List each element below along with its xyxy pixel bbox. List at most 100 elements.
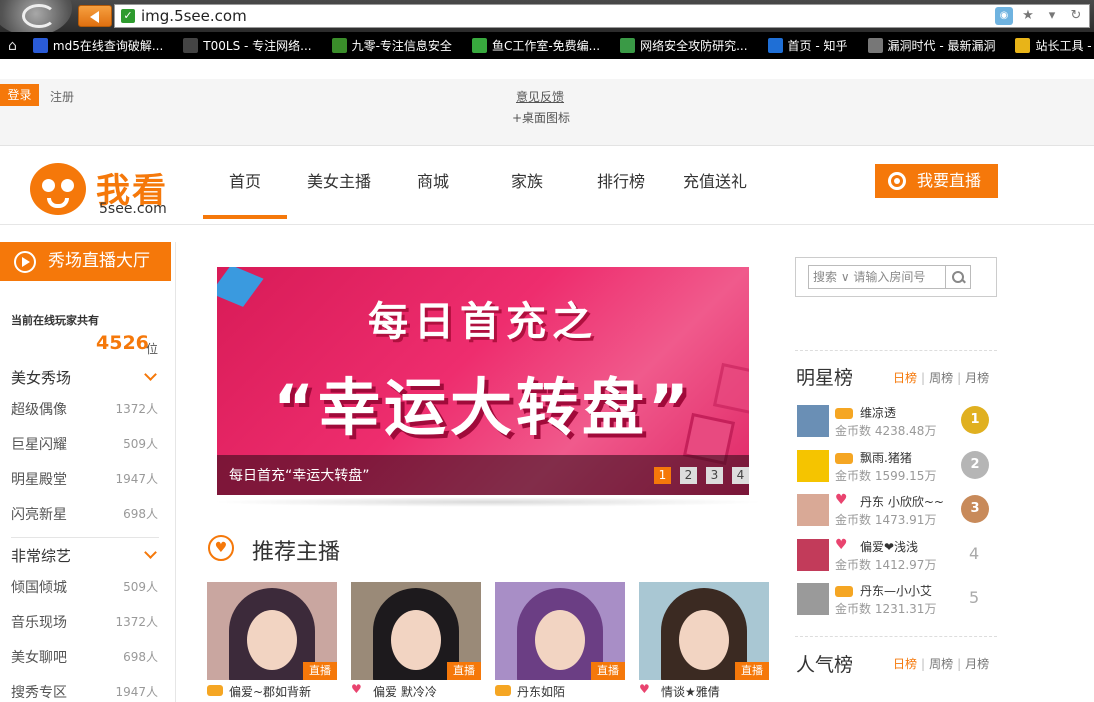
- category-item[interactable]: 超级偶像 1372人: [11, 399, 161, 419]
- bookmark-item[interactable]: 首页 - 知乎: [767, 37, 848, 54]
- rank-tab[interactable]: 周榜: [929, 371, 953, 385]
- category-item-count: 1372人: [115, 615, 158, 629]
- rank-tab[interactable]: 周榜: [929, 657, 953, 671]
- back-button[interactable]: [78, 5, 112, 27]
- bookmark-item[interactable]: T00LS - 专注网络...: [183, 37, 312, 54]
- category-item[interactable]: 明星殿堂 1947人: [11, 469, 161, 489]
- bookmark-item[interactable]: 站长工具 -: [1015, 37, 1092, 54]
- rank-name[interactable]: 偏爱❤浅浅: [860, 538, 918, 555]
- rank-row[interactable]: 飘雨.猪猪 金币数 1599.15万 2: [797, 449, 997, 489]
- show-hall-button[interactable]: 秀场直播大厅: [0, 242, 171, 281]
- anchor-name[interactable]: ♥ 情谈★雅倩: [639, 682, 720, 700]
- anchor-card[interactable]: 直播 偏爱~郡如背新: [207, 582, 337, 702]
- rank-coins: 金币数 1599.15万: [835, 468, 937, 483]
- banner-page-1[interactable]: 1: [654, 467, 671, 484]
- category-item[interactable]: 倾国倾城 509人: [11, 577, 161, 597]
- anchor-name-text: 情谈★雅倩: [661, 685, 720, 699]
- rank-tab[interactable]: 月榜: [965, 657, 989, 671]
- avatar[interactable]: [797, 494, 829, 526]
- rank-name[interactable]: 飘雨.猪猪: [860, 449, 912, 466]
- category-item-name: 巨星闪耀: [11, 437, 67, 453]
- rank-coins: 金币数 1231.31万: [835, 602, 937, 616]
- bookmark-item[interactable]: 网络安全攻防研究...: [620, 37, 748, 54]
- login-button[interactable]: 登录: [0, 84, 39, 106]
- banner-page-2[interactable]: 2: [680, 467, 697, 484]
- rank-row[interactable]: 丹东—小小艾 金币数 1231.31万 5: [797, 582, 997, 622]
- start-live-button[interactable]: 我要直播: [875, 164, 998, 198]
- anchor-name-text: 偏爱 默冷冷: [373, 685, 437, 699]
- anchor-card[interactable]: 直播 丹东如陌: [495, 582, 625, 702]
- avatar[interactable]: [797, 538, 829, 571]
- category-item[interactable]: 闪亮新星 698人: [11, 504, 161, 524]
- tab-separator: |: [957, 371, 962, 385]
- heart-badge-icon: ♥: [351, 682, 362, 696]
- logo-face-icon[interactable]: [30, 163, 86, 215]
- rank-row[interactable]: ♥ 丹东 小欣欣~~ 金币数 1473.91万 3: [797, 492, 997, 533]
- banner-page-3[interactable]: 3: [706, 467, 723, 484]
- chevron-down-icon[interactable]: [144, 368, 157, 381]
- bookmark-item[interactable]: 鱼C工作室-免费编...: [471, 37, 600, 54]
- bookmark-item[interactable]: md5在线查询破解...: [32, 37, 163, 54]
- promo-banner[interactable]: 每日首充之 “幸运大转盘” 每日首充“幸运大转盘” 1234: [217, 267, 749, 495]
- heart-badge-icon: ♥: [639, 682, 650, 696]
- url-text[interactable]: img.5see.com: [141, 7, 247, 25]
- category-item-name: 明星殿堂: [11, 472, 67, 488]
- addon-icon[interactable]: ◉: [995, 7, 1013, 25]
- site-identity-icon[interactable]: ✓: [121, 9, 135, 23]
- rank-row[interactable]: ♥ 偏爱❤浅浅 金币数 1412.97万 4: [797, 536, 997, 578]
- anchor-name[interactable]: ♥ 偏爱 默冷冷: [351, 682, 437, 700]
- reload-icon[interactable]: ↻: [1067, 7, 1085, 25]
- banner-pager: 1234: [654, 467, 749, 484]
- rank-row[interactable]: 维凉透 金币数 4238.48万 1: [797, 404, 997, 444]
- nav-3[interactable]: 家族: [475, 147, 579, 219]
- site-header: 我看 5see.com 首页 美女主播 商城 家族 排行榜 充值送礼 我要直播: [0, 147, 1094, 225]
- search-icon[interactable]: [945, 265, 971, 289]
- bookmark-item[interactable]: 漏洞时代 - 最新漏洞: [867, 37, 995, 54]
- dropdown-icon[interactable]: ▾: [1043, 7, 1061, 25]
- heart-badge-icon: ♥: [835, 492, 848, 508]
- bookmark-star-icon[interactable]: ★: [1019, 7, 1037, 25]
- logo-domain[interactable]: 5see.com: [99, 201, 167, 217]
- rank-tab[interactable]: 日榜: [893, 371, 917, 385]
- rank-name[interactable]: 丹东 小欣欣~~: [860, 493, 944, 510]
- bookmark-item[interactable]: 九零-专注信息安全: [331, 37, 452, 54]
- gift-badge-icon: [495, 685, 511, 696]
- address-bar[interactable]: ✓ img.5see.com ◉ ★ ▾ ↻: [114, 4, 1090, 28]
- avatar[interactable]: [797, 405, 829, 437]
- category-item[interactable]: 巨星闪耀 509人: [11, 434, 161, 454]
- category-item[interactable]: 搜秀专区 1947人: [11, 682, 161, 702]
- rank-tab[interactable]: 月榜: [965, 371, 989, 385]
- room-search-input[interactable]: 搜索 ∨ 请输入房间号: [808, 265, 946, 289]
- category-item[interactable]: 美女聊吧 698人: [11, 647, 161, 667]
- c-icon: [471, 38, 487, 53]
- online-count: 4526: [96, 332, 149, 354]
- nav-0[interactable]: 首页: [203, 147, 287, 219]
- desktop-icon-link[interactable]: +桌面图标: [512, 109, 570, 126]
- anchor-card[interactable]: 直播 ♥ 情谈★雅倩: [639, 582, 769, 702]
- rank-number: 4: [969, 543, 980, 563]
- category-heading[interactable]: 非常综艺: [11, 545, 71, 566]
- category-item-count: 698人: [123, 650, 158, 664]
- nav-5[interactable]: 充值送礼: [663, 147, 767, 219]
- banner-page-4[interactable]: 4: [732, 467, 749, 484]
- rank-tab[interactable]: 日榜: [893, 657, 917, 671]
- main-nav: 首页 美女主播 商城 家族 排行榜 充值送礼: [203, 147, 767, 219]
- anchor-card[interactable]: 直播 ♥ 偏爱 默冷冷: [351, 582, 481, 702]
- register-link[interactable]: 注册: [50, 88, 74, 105]
- avatar[interactable]: [797, 583, 829, 615]
- category-heading[interactable]: 美女秀场: [11, 367, 71, 388]
- feedback-link[interactable]: 意见反馈: [516, 88, 564, 105]
- home-icon[interactable]: ⌂: [8, 38, 17, 54]
- rank-name[interactable]: 丹东—小小艾: [860, 582, 932, 599]
- anchor-name[interactable]: 偏爱~郡如背新: [207, 683, 311, 700]
- rank-name[interactable]: 维凉透: [860, 404, 896, 421]
- firefox-logo-icon[interactable]: [0, 0, 72, 36]
- nav-4[interactable]: 排行榜: [579, 147, 663, 219]
- nav-2[interactable]: 商城: [391, 147, 475, 219]
- chevron-down-icon[interactable]: [144, 546, 157, 559]
- anchor-name[interactable]: 丹东如陌: [495, 683, 565, 700]
- avatar[interactable]: [797, 449, 829, 482]
- category-item[interactable]: 音乐现场 1372人: [11, 612, 161, 632]
- nav-1[interactable]: 美女主播: [287, 147, 391, 219]
- heart-badge-icon: ♥: [835, 536, 848, 553]
